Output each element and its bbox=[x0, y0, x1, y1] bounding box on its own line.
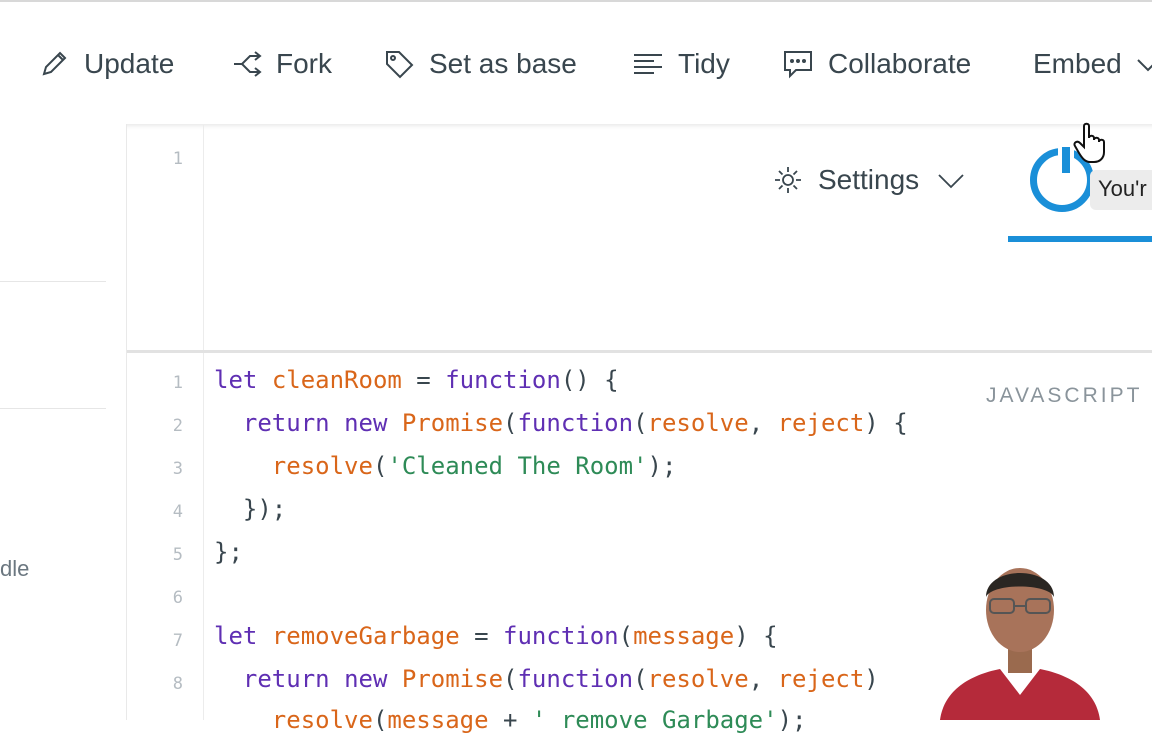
code-line: let removeGarbage = function(message) { bbox=[214, 622, 778, 650]
line-number: 7 bbox=[172, 631, 183, 651]
fork-label: Fork bbox=[276, 48, 332, 79]
sidebar-partial-label: dle bbox=[0, 556, 30, 581]
pane-divider[interactable] bbox=[127, 350, 1152, 353]
html-editor-pane[interactable] bbox=[127, 124, 1152, 353]
fork-button[interactable]: Fork bbox=[230, 42, 332, 86]
js-gutter: 1 2 3 4 5 6 7 8 bbox=[127, 353, 204, 720]
html-gutter: 1 bbox=[127, 125, 204, 350]
code-line: return new Promise(function(resolve, rej… bbox=[242, 665, 879, 693]
code-line: }); bbox=[214, 495, 287, 523]
embed-label: Embed bbox=[1033, 48, 1122, 79]
code-line: resolve(message + ' remove Garbage'); bbox=[271, 706, 807, 734]
line-number: 3 bbox=[172, 459, 183, 479]
tag-icon bbox=[386, 51, 414, 79]
settings-button[interactable]: Settings bbox=[772, 160, 967, 200]
sidebar: dle bbox=[0, 124, 127, 720]
embed-button[interactable]: Embed bbox=[1033, 42, 1152, 86]
line-number: 6 bbox=[172, 588, 183, 608]
chevron-down-icon bbox=[938, 174, 964, 189]
active-tab-indicator bbox=[1008, 236, 1152, 242]
code-line: resolve('Cleaned The Room'); bbox=[271, 452, 677, 480]
chat-bubble-icon bbox=[784, 51, 812, 79]
toolbar: Update Fork Set as base Tidy Collaborate… bbox=[0, 2, 1152, 124]
hand-cursor-icon bbox=[1073, 122, 1105, 163]
pencil-icon bbox=[42, 51, 67, 76]
settings-label: Settings bbox=[818, 164, 920, 195]
gear-icon bbox=[775, 167, 801, 193]
sidebar-divider bbox=[0, 408, 106, 409]
update-button[interactable]: Update bbox=[38, 42, 174, 86]
set-as-base-button[interactable]: Set as base bbox=[383, 42, 577, 86]
set-as-base-label: Set as base bbox=[429, 48, 577, 79]
tooltip: You'r bbox=[1090, 170, 1152, 210]
sidebar-divider bbox=[0, 281, 106, 282]
line-number: 8 bbox=[172, 674, 183, 694]
line-number: 1 bbox=[172, 149, 183, 169]
code-line: return new Promise(function(resolve, rej… bbox=[242, 409, 908, 437]
collaborate-button[interactable]: Collaborate bbox=[782, 42, 971, 86]
chevron-down-icon bbox=[1137, 59, 1152, 72]
fork-icon bbox=[234, 51, 262, 77]
update-label: Update bbox=[84, 48, 175, 79]
code-line: let cleanRoom = function() { bbox=[214, 366, 619, 394]
tidy-label: Tidy bbox=[678, 48, 730, 79]
line-number: 4 bbox=[172, 502, 183, 522]
tidy-button[interactable]: Tidy bbox=[632, 42, 730, 86]
line-number: 2 bbox=[172, 416, 183, 436]
presenter-webcam-image bbox=[940, 568, 1100, 720]
line-number: 1 bbox=[172, 373, 183, 393]
line-number: 5 bbox=[172, 545, 183, 565]
collaborate-label: Collaborate bbox=[828, 48, 972, 79]
align-lines-icon bbox=[634, 54, 662, 74]
language-label: JAVASCRIPT bbox=[986, 384, 1143, 407]
code-line: }; bbox=[214, 538, 243, 566]
